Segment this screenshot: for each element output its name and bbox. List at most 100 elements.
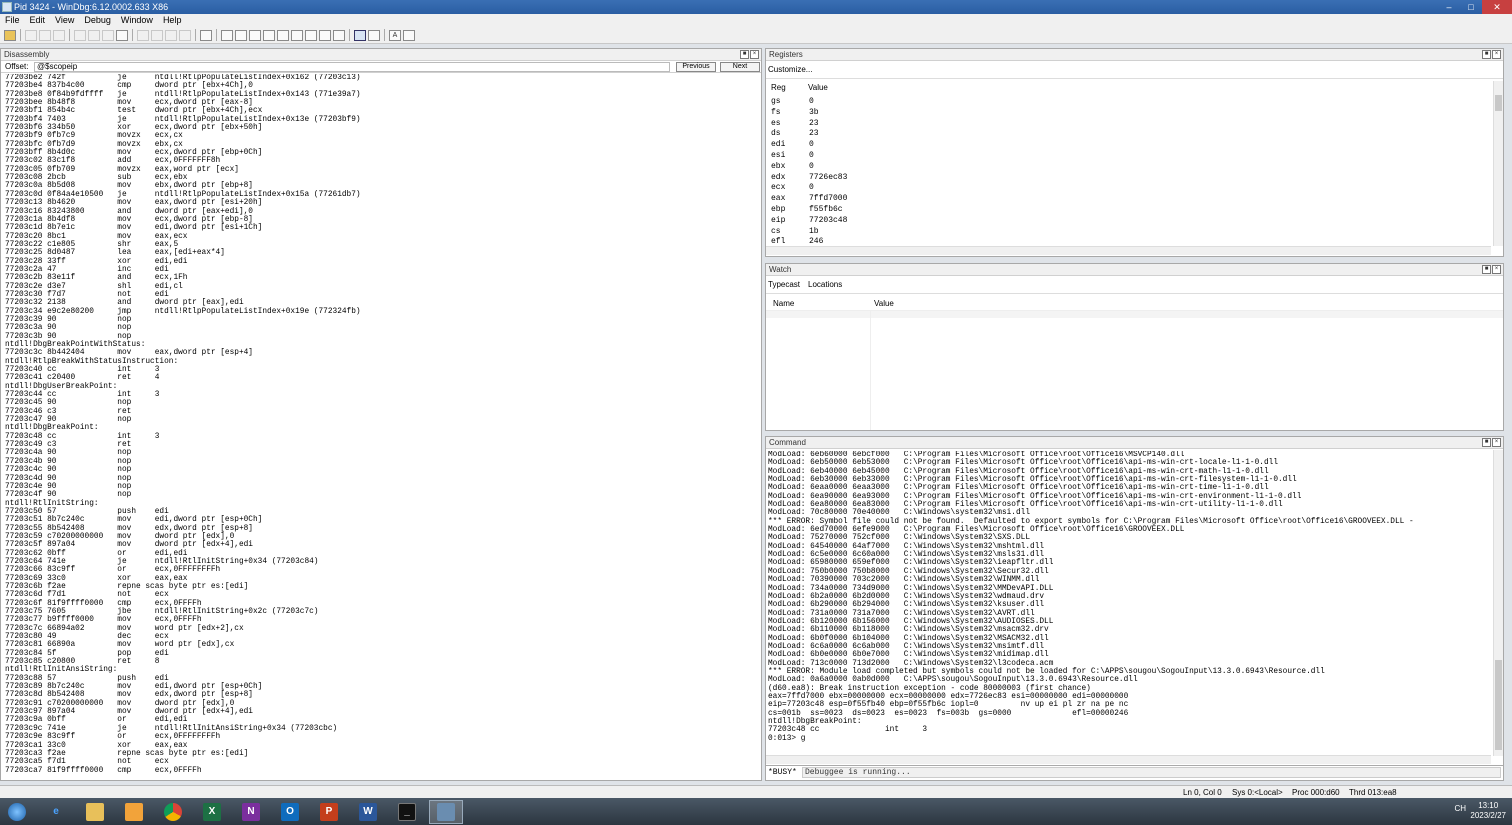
disassembly-line[interactable]: 77203bfc 0fb7d9 movzx ebx,cx xyxy=(5,141,753,149)
disassembly-line[interactable]: 77203be4 837b4c00 cmp dword ptr [ebx+4Ch… xyxy=(5,82,753,90)
register-value[interactable]: 77203c48 xyxy=(809,216,847,227)
disassembly-listing[interactable]: 77203be2 742f je ntdll!RtlpPopulateListI… xyxy=(5,74,753,782)
watch-window-icon[interactable] xyxy=(235,29,247,41)
register-value[interactable]: 7ffd7000 xyxy=(809,194,847,205)
disassembly-line[interactable]: 77203bff 8b4d0c mov ecx,dword ptr [ebp+0… xyxy=(5,149,753,157)
close-button[interactable]: ✕ xyxy=(1482,0,1512,14)
disassembly-line[interactable]: 77203c88 57 push edi xyxy=(5,675,753,683)
disassembly-line[interactable]: 77203be2 742f je ntdll!RtlpPopulateListI… xyxy=(5,74,753,82)
disassembly-line[interactable]: 77203c41 c20400 ret 4 xyxy=(5,374,753,382)
disassembly-line[interactable]: 77203c55 8b542408 mov edx,dword ptr [esp… xyxy=(5,525,753,533)
disassembly-window-icon[interactable] xyxy=(305,29,317,41)
register-row[interactable]: ds 23 xyxy=(771,129,1471,140)
command-vscroll[interactable] xyxy=(1493,450,1503,756)
disassembly-line[interactable]: 77203c2a 47 inc edi xyxy=(5,266,753,274)
step-over-icon[interactable] xyxy=(151,29,163,41)
disassembly-line[interactable]: 77203bf9 0fb7c9 movzx ecx,cx xyxy=(5,132,753,140)
disassembly-line[interactable]: 77203c80 49 dec ecx xyxy=(5,633,753,641)
menu-edit[interactable]: Edit xyxy=(25,14,51,27)
disassembly-line[interactable]: 77203bf1 854b4c test dword ptr [ebx+4Ch]… xyxy=(5,107,753,115)
disassembly-line[interactable]: 77203ca3 f2ae repne scas byte ptr es:[ed… xyxy=(5,750,753,758)
symbol-label[interactable]: ntdll!RtlInitAnsiString: xyxy=(5,666,753,674)
register-value[interactable]: 0 xyxy=(809,151,814,162)
register-value[interactable]: 0 xyxy=(809,162,814,173)
outlook-icon[interactable]: O xyxy=(273,800,307,824)
disassembly-line[interactable]: 77203c2b 83e11f and ecx,1Fh xyxy=(5,274,753,282)
disassembly-line[interactable]: 77203c25 8d0487 lea eax,[edi+eax*4] xyxy=(5,249,753,257)
disassembly-line[interactable]: 77203c50 57 push edi xyxy=(5,508,753,516)
pane-dock-icon[interactable]: ■ xyxy=(740,50,749,59)
disassembly-line[interactable]: 77203c4a 90 nop xyxy=(5,449,753,457)
watch-col-value[interactable]: Value xyxy=(874,299,894,308)
disassembly-line[interactable]: 77203c4c 90 nop xyxy=(5,466,753,474)
disassembly-line[interactable]: 77203c7c 66894a02 mov word ptr [edx+2],c… xyxy=(5,625,753,633)
disassembly-line[interactable]: 77203c28 33ff xor edi,edi xyxy=(5,258,753,266)
disassembly-line[interactable]: 77203c81 66890a mov word ptr [edx],cx xyxy=(5,641,753,649)
disassembly-line[interactable]: 77203c9a 0bff or edi,edi xyxy=(5,716,753,724)
disassembly-line[interactable]: 77203c3b 90 nop xyxy=(5,333,753,341)
disassembly-line[interactable]: 77203c77 b9ffff0000 mov ecx,0FFFFh xyxy=(5,616,753,624)
disassembly-line[interactable]: 77203be8 0f84b9fdffff je ntdll!RtlpPopul… xyxy=(5,91,753,99)
explorer-icon[interactable] xyxy=(78,800,112,824)
disassembly-line[interactable]: 77203c34 e9c2e80200 jmp ntdll!RtlpPopula… xyxy=(5,308,753,316)
call-stack-window-icon[interactable] xyxy=(291,29,303,41)
break-icon[interactable] xyxy=(116,29,128,41)
watch-col-name[interactable]: Name xyxy=(773,299,794,308)
hand-icon[interactable] xyxy=(200,29,212,41)
disassembly-line[interactable]: 77203bf6 334b50 xor ecx,dword ptr [ebx+5… xyxy=(5,124,753,132)
disassembly-line[interactable]: 77203c5f 897a04 mov dword ptr [edx+4],ed… xyxy=(5,541,753,549)
command-output[interactable]: ModLoad: 6eb60000 6ebcf000 C:\Program Fi… xyxy=(768,451,1490,751)
disassembly-line[interactable]: 77203c1a 8b4df8 mov ecx,dword ptr [ebp-8… xyxy=(5,216,753,224)
typecast-button[interactable]: Typecast xyxy=(768,280,800,289)
register-value[interactable]: 0 xyxy=(809,97,814,108)
disassembly-line[interactable]: 77203c66 83c9ff or ecx,0FFFFFFFFh xyxy=(5,566,753,574)
disassembly-line[interactable]: 77203c08 2bcb sub ecx,ebx xyxy=(5,174,753,182)
disassembly-line[interactable]: 77203bee 8b48f8 mov ecx,dword ptr [eax-8… xyxy=(5,99,753,107)
input-language[interactable]: CH xyxy=(1454,804,1466,814)
disassembly-line[interactable]: 77203ca1 33c0 xor eax,eax xyxy=(5,742,753,750)
cut-icon[interactable] xyxy=(25,29,37,41)
stop-icon[interactable] xyxy=(102,29,114,41)
step-into-icon[interactable] xyxy=(137,29,149,41)
command-input[interactable]: Debuggee is running... xyxy=(802,767,1501,778)
registers-vscroll[interactable] xyxy=(1493,81,1503,246)
register-row[interactable]: eip 77203c48 xyxy=(771,216,1471,227)
command-window-icon[interactable] xyxy=(221,29,233,41)
register-row[interactable]: eax 7ffd7000 xyxy=(771,194,1471,205)
pane-dock-icon[interactable]: ■ xyxy=(1482,50,1491,59)
minimize-button[interactable]: – xyxy=(1438,0,1460,14)
disassembly-line[interactable]: 77203c44 cc int 3 xyxy=(5,391,753,399)
disassembly-line[interactable]: 77203c39 90 nop xyxy=(5,316,753,324)
disassembly-line[interactable]: 77203c48 cc int 3 xyxy=(5,433,753,441)
start-button[interactable] xyxy=(0,800,34,824)
disassembly-line[interactable]: 77203c91 c70200000000 mov dword ptr [edx… xyxy=(5,700,753,708)
pane-close-icon[interactable]: × xyxy=(1492,50,1501,59)
disassembly-line[interactable]: 77203c1d 8b7e1c mov edi,dword ptr [esi+1… xyxy=(5,224,753,232)
offset-input[interactable]: @$scopeip xyxy=(34,62,670,72)
disassembly-line[interactable]: 77203c20 8bc1 mov eax,ecx xyxy=(5,233,753,241)
command-hscroll[interactable] xyxy=(766,755,1491,764)
symbol-label[interactable]: ntdll!RtlpBreakWithStatusInstruction: xyxy=(5,358,753,366)
disassembly-line[interactable]: 77203c45 90 nop xyxy=(5,399,753,407)
previous-button[interactable]: Previous xyxy=(676,62,716,72)
disassembly-line[interactable]: 77203c85 c20800 ret 8 xyxy=(5,658,753,666)
customize-button[interactable]: Customize... xyxy=(768,65,812,74)
disassembly-line[interactable]: 77203c0d 0f84a4e10500 je ntdll!RtlpPopul… xyxy=(5,191,753,199)
onenote-icon[interactable]: N xyxy=(234,800,268,824)
symbol-label[interactable]: ntdll!DbgUserBreakPoint: xyxy=(5,383,753,391)
hex-mode-icon[interactable] xyxy=(368,29,380,41)
processes-threads-icon[interactable] xyxy=(333,29,345,41)
disassembly-line[interactable]: 77203c02 83c1f8 add ecx,0FFFFFFF8h xyxy=(5,157,753,165)
register-row[interactable]: edx 7726ec83 xyxy=(771,173,1471,184)
register-row[interactable]: gs 0 xyxy=(771,97,1471,108)
disassembly-line[interactable]: 77203c64 741e je ntdll!RtlInitString+0x3… xyxy=(5,558,753,566)
register-value[interactable]: 23 xyxy=(809,119,819,130)
disassembly-line[interactable]: 77203bf4 7403 je ntdll!RtlpPopulateListI… xyxy=(5,116,753,124)
register-row[interactable]: fs 3b xyxy=(771,108,1471,119)
paste-icon[interactable] xyxy=(53,29,65,41)
disassembly-line[interactable]: 77203c32 2138 and dword ptr [eax],edi xyxy=(5,299,753,307)
next-button[interactable]: Next xyxy=(720,62,760,72)
menu-file[interactable]: File xyxy=(0,14,25,27)
disassembly-line[interactable]: 77203c47 90 nop xyxy=(5,416,753,424)
register-row[interactable]: es 23 xyxy=(771,119,1471,130)
